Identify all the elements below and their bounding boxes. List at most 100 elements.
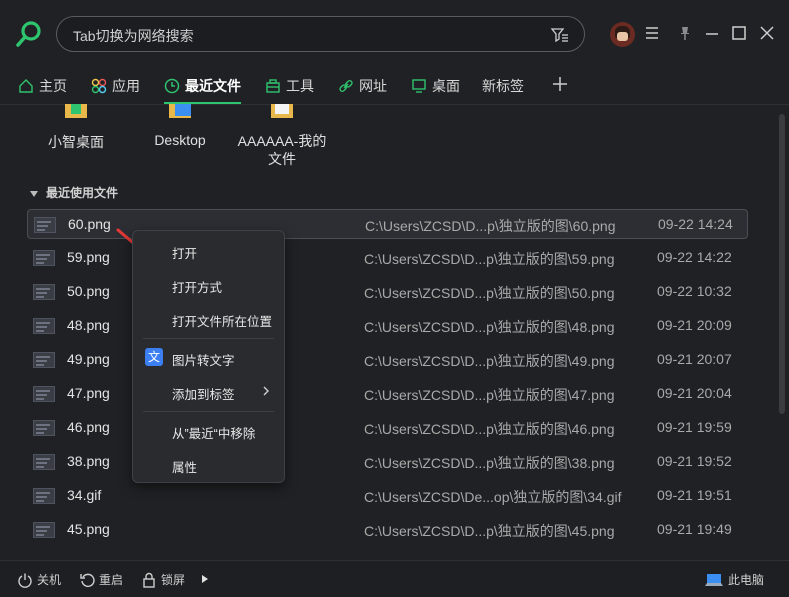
folder-label: AAAAAA-我的文件 (237, 133, 327, 167)
folder-desktop[interactable]: Desktop (130, 104, 230, 148)
image-thumbnail-icon (33, 386, 55, 402)
title-bar: Tab切换为网络搜索 (0, 0, 789, 68)
file-path: C:\Users\ZCSD\D...p\独立版的图\45.png (364, 523, 615, 539)
file-path: C:\Users\ZCSD\D...p\独立版的图\46.png (364, 421, 615, 437)
home-icon (19, 79, 33, 93)
file-path: C:\Users\ZCSD\D...p\独立版的图\50.png (364, 285, 615, 301)
menu-icon[interactable] (643, 24, 661, 42)
section-recent-files[interactable]: 最近使用文件 (30, 184, 118, 201)
menu-item-open[interactable]: 打开 (133, 234, 284, 266)
bottom-bar: 关机 重启 锁屏 此电脑 (0, 560, 789, 597)
lock-icon (143, 572, 155, 588)
tab-desktop[interactable]: 桌面 (411, 77, 460, 95)
file-name: 45.png (67, 521, 110, 537)
folder-icon (271, 104, 293, 118)
tab-label: 主页 (39, 78, 67, 94)
this-pc-button[interactable]: 此电脑 (704, 571, 764, 588)
computer-icon (705, 573, 723, 586)
menu-item-remove-from-recent[interactable]: 从”最近“中移除 (133, 414, 284, 446)
file-name: 38.png (67, 453, 110, 469)
tab-recent-files[interactable]: 最近文件 (164, 77, 241, 104)
image-thumbnail-icon (33, 250, 55, 266)
link-icon (339, 79, 353, 93)
monitor-icon (412, 79, 426, 93)
collapse-triangle-icon (30, 190, 38, 197)
context-menu: 打开 打开方式 打开文件所在位置 文 图片转文字 添加到标签 从”最近“中移除 … (132, 230, 285, 483)
search-input[interactable]: Tab切换为网络搜索 (56, 16, 585, 52)
maximize-icon[interactable] (730, 24, 748, 42)
file-name: 49.png (67, 351, 110, 367)
shutdown-button[interactable]: 关机 (17, 571, 61, 588)
menu-separator (143, 338, 274, 339)
menu-item-image-to-text[interactable]: 文 图片转文字 (133, 341, 284, 373)
filter-icon[interactable] (550, 25, 570, 45)
file-row[interactable]: 45.png C:\Users\ZCSD\D...p\独立版的图\45.png 09… (27, 515, 748, 545)
restart-icon (80, 573, 95, 587)
folder-label: 小智桌面 (48, 134, 104, 150)
search-placeholder: Tab切换为网络搜索 (73, 28, 194, 44)
file-name: 60.png (68, 216, 111, 232)
shutdown-label: 关机 (37, 573, 62, 587)
menu-item-add-to-tag[interactable]: 添加到标签 (133, 375, 284, 407)
scrollbar[interactable] (779, 114, 785, 414)
pin-icon[interactable] (676, 24, 694, 42)
file-path: C:\Users\ZCSD\D...p\独立版的图\48.png (364, 319, 615, 335)
image-thumbnail-icon (33, 454, 55, 470)
restart-button[interactable]: 重启 (79, 571, 123, 588)
image-thumbnail-icon (33, 284, 55, 300)
file-date: 09-21 20:04 (657, 385, 732, 401)
folder-xiaozhi-desktop[interactable]: 小智桌面 (26, 104, 126, 152)
image-thumbnail-icon (33, 318, 55, 334)
file-name: 47.png (67, 385, 110, 401)
section-title: 最近使用文件 (46, 186, 119, 200)
lock-screen-button[interactable]: 锁屏 (141, 571, 185, 588)
tab-urls[interactable]: 网址 (338, 77, 387, 95)
recent-files-panel: 小智桌面 Desktop AAAAAA-我的文件 最近使用文件 60.png C:… (0, 104, 789, 558)
tab-tools[interactable]: 工具 (265, 77, 314, 95)
folder-aaaaaa-my-files[interactable]: AAAAAA-我的文件 (232, 104, 332, 168)
tab-label: 网址 (359, 78, 387, 94)
image-thumbnail-icon (33, 420, 55, 436)
file-path: C:\Users\ZCSD\De...op\独立版的图\34.gif (364, 489, 622, 505)
chevron-right-icon (263, 386, 269, 396)
play-more-icon[interactable] (201, 574, 209, 584)
tab-label: 新标签 (482, 78, 524, 94)
file-path: C:\Users\ZCSD\D...p\独立版的图\47.png (364, 387, 615, 403)
restart-label: 重启 (99, 573, 124, 587)
tab-label: 应用 (112, 78, 140, 94)
add-tab-icon[interactable] (552, 76, 568, 92)
file-date: 09-21 19:52 (657, 453, 732, 469)
avatar[interactable] (610, 22, 635, 47)
close-icon[interactable] (758, 24, 776, 42)
file-path: C:\Users\ZCSD\D...p\独立版的图\60.png (365, 218, 616, 234)
file-date: 09-21 19:49 (657, 521, 732, 537)
tab-label: 工具 (286, 78, 314, 94)
file-path: C:\Users\ZCSD\D...p\独立版的图\59.png (364, 251, 615, 267)
file-row[interactable]: 34.gif C:\Users\ZCSD\De...op\独立版的图\34.gif… (27, 481, 748, 511)
tab-bar: 主页 应用 最近文件 工具 网址 桌面 新标签 (0, 68, 789, 105)
tab-home[interactable]: 主页 (18, 77, 67, 95)
image-thumbnail-icon (33, 522, 55, 538)
tab-new[interactable]: 新标签 (482, 77, 524, 95)
file-path: C:\Users\ZCSD\D...p\独立版的图\38.png (364, 455, 615, 471)
search-logo-icon (16, 21, 41, 47)
menu-separator (143, 411, 274, 412)
ocr-icon: 文 (145, 348, 163, 366)
menu-item-open-location[interactable]: 打开文件所在位置 (133, 302, 284, 334)
file-date: 09-21 20:07 (657, 351, 732, 367)
file-date: 09-22 14:22 (657, 249, 732, 265)
menu-item-properties[interactable]: 属性 (133, 448, 284, 480)
minimize-icon[interactable] (703, 24, 721, 42)
file-name: 59.png (67, 249, 110, 265)
image-thumbnail-icon (33, 488, 55, 504)
file-date: 09-21 20:09 (657, 317, 732, 333)
clock-icon (164, 78, 180, 94)
file-date: 09-22 10:32 (657, 283, 732, 299)
file-date: 09-21 19:51 (657, 487, 732, 503)
file-name: 48.png (67, 317, 110, 333)
menu-item-open-with[interactable]: 打开方式 (133, 268, 284, 300)
tab-apps[interactable]: 应用 (91, 77, 140, 95)
folder-icon (65, 104, 87, 118)
tab-label: 最近文件 (185, 78, 241, 94)
file-name: 34.gif (67, 487, 102, 503)
